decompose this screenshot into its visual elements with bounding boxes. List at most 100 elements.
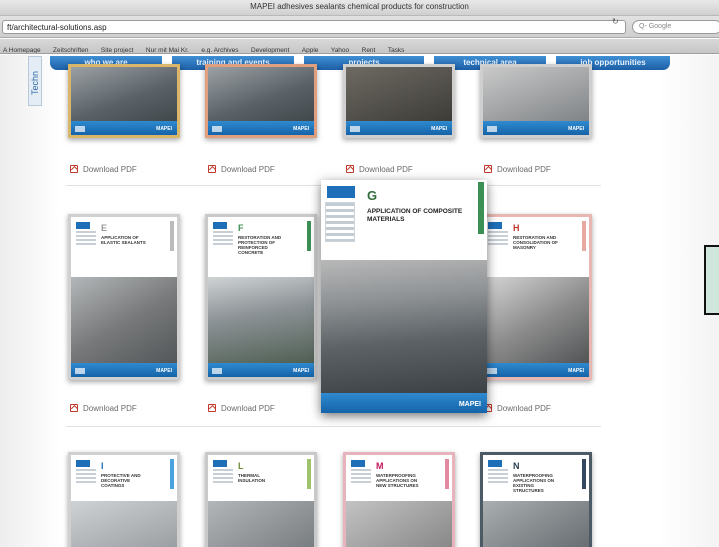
cover-band: MAPEI xyxy=(483,363,589,377)
download-pdf-link[interactable]: Download PDF xyxy=(484,165,551,174)
browser-window: MAPEI adhesives sealants chemical produc… xyxy=(0,0,719,547)
mapei-logo: MAPEI xyxy=(293,368,309,374)
guide-cover-i[interactable]: I PROTECTIVE AND DECORATIVE COATINGS xyxy=(68,452,180,547)
download-label: Download PDF xyxy=(221,404,275,413)
pdf-icon xyxy=(70,404,78,412)
cover-plans xyxy=(325,202,355,242)
guide-cover-f[interactable]: F RESTORATION AND PROTECTION OF REINFORC… xyxy=(205,214,317,380)
cover-strip xyxy=(478,182,484,234)
guide-cover[interactable]: MAPEI xyxy=(343,64,455,138)
cover-header: F RESTORATION AND PROTECTION OF REINFORC… xyxy=(208,217,314,277)
side-widget[interactable] xyxy=(704,245,719,315)
download-label: Download PDF xyxy=(83,165,137,174)
cover-plans xyxy=(488,469,508,483)
bookmark-item[interactable]: Nur mit Mai Kr. xyxy=(146,47,189,53)
cover-badge xyxy=(488,222,502,229)
download-pdf-link[interactable]: Download PDF xyxy=(208,165,275,174)
cover-photo xyxy=(346,67,452,127)
cover-photo xyxy=(483,501,589,547)
guide-cover-m[interactable]: M WATERPROOFING APPLICATIONS ON NEW STRU… xyxy=(343,452,455,547)
cover-photo xyxy=(483,67,589,127)
cover-badge xyxy=(213,460,227,467)
cover-badge xyxy=(327,186,355,198)
bookmark-item[interactable]: Site project xyxy=(101,47,134,53)
pdf-icon xyxy=(208,404,216,412)
download-label: Download PDF xyxy=(221,165,275,174)
cover-title: THERMAL INSULATION xyxy=(238,473,266,483)
bookmark-item[interactable]: e.g. Archives xyxy=(201,47,238,53)
reload-icon[interactable]: ↻ xyxy=(612,17,619,26)
pdf-icon xyxy=(346,165,354,173)
cover-strip xyxy=(307,459,311,489)
cover-letter: L xyxy=(238,461,244,471)
cover-photo xyxy=(71,67,177,127)
cover-title: WATERPROOFING APPLICATIONS ON NEW STRUCT… xyxy=(376,473,419,488)
cover-badge xyxy=(76,460,90,467)
cover-header: L THERMAL INSULATION xyxy=(208,455,314,501)
cover-band: MAPEI xyxy=(208,363,314,377)
cover-mini-mark xyxy=(212,126,222,132)
pdf-icon xyxy=(484,165,492,173)
guide-cover[interactable]: MAPEI xyxy=(68,64,180,138)
cover-plans xyxy=(76,231,96,245)
guide-cover-n[interactable]: N WATERPROOFING APPLICATIONS ON EXISTING… xyxy=(480,452,592,547)
download-pdf-link[interactable]: Download PDF xyxy=(346,165,413,174)
bookmark-item[interactable]: Tasks xyxy=(388,47,405,53)
window-title: MAPEI adhesives sealants chemical produc… xyxy=(250,2,469,11)
download-pdf-link[interactable]: Download PDF xyxy=(208,404,275,413)
bookmark-item[interactable]: A Homepage xyxy=(3,47,41,53)
cover-photo xyxy=(71,501,177,547)
download-pdf-link[interactable]: Download PDF xyxy=(70,165,137,174)
cover-header: N WATERPROOFING APPLICATIONS ON EXISTING… xyxy=(483,455,589,501)
cover-letter: F xyxy=(238,223,244,233)
download-pdf-link[interactable]: Download PDF xyxy=(484,404,551,413)
bookmark-item[interactable]: Rent xyxy=(362,47,376,53)
featured-cover-photo xyxy=(321,260,487,394)
guide-cover-l[interactable]: L THERMAL INSULATION xyxy=(205,452,317,547)
cover-strip xyxy=(582,221,586,251)
cover-photo xyxy=(208,501,314,547)
guide-cover-e[interactable]: E APPLICATION OF ELASTIC SEALANTS MAPEI xyxy=(68,214,180,380)
cover-title: APPLICATION OF ELASTIC SEALANTS xyxy=(101,235,146,245)
pdf-icon xyxy=(208,165,216,173)
cover-photo xyxy=(483,277,589,369)
cover-photo xyxy=(346,501,452,547)
cover-plans xyxy=(213,469,233,483)
cover-band: MAPEI xyxy=(208,121,314,135)
cover-header: E APPLICATION OF ELASTIC SEALANTS xyxy=(71,217,177,277)
cover-letter: H xyxy=(513,223,520,233)
cover-header: H RESTORATION AND CONSOLIDATION OF MASON… xyxy=(483,217,589,277)
address-toolbar: ft/architectural-solutions.asp ↻ Q- Goog… xyxy=(0,16,719,38)
address-field[interactable]: ft/architectural-solutions.asp xyxy=(2,20,626,34)
cover-header: I PROTECTIVE AND DECORATIVE COATINGS xyxy=(71,455,177,501)
download-label: Download PDF xyxy=(83,404,137,413)
guide-cover[interactable]: MAPEI xyxy=(480,64,592,138)
bookmark-item[interactable]: Development xyxy=(251,47,289,53)
download-label: Download PDF xyxy=(359,165,413,174)
bookmarks-bar: A Homepage Zeitschriften Site project Nu… xyxy=(0,39,719,54)
cover-strip xyxy=(445,459,449,489)
pdf-icon xyxy=(70,165,78,173)
download-pdf-link[interactable]: Download PDF xyxy=(70,404,137,413)
bookmark-item[interactable]: Zeitschriften xyxy=(53,47,88,53)
download-label: Download PDF xyxy=(497,165,551,174)
bookmark-item[interactable]: Yahoo xyxy=(331,47,349,53)
mapei-logo: MAPEI xyxy=(156,126,172,132)
mapei-logo: MAPEI xyxy=(568,368,584,374)
featured-guide-cover-g[interactable]: G APPLICATION OF COMPOSITE MATERIALS MAP… xyxy=(321,180,487,413)
bookmark-item[interactable]: Apple xyxy=(302,47,319,53)
guide-cover-h[interactable]: H RESTORATION AND CONSOLIDATION OF MASON… xyxy=(480,214,592,380)
guide-cover[interactable]: MAPEI xyxy=(205,64,317,138)
search-field[interactable]: Q- Google xyxy=(632,20,719,34)
download-label: Download PDF xyxy=(497,404,551,413)
cover-mini-mark xyxy=(212,368,222,374)
cover-title: RESTORATION AND PROTECTION OF REINFORCED… xyxy=(238,235,282,255)
cover-strip xyxy=(170,459,174,489)
cover-band: MAPEI xyxy=(71,121,177,135)
cover-mini-mark xyxy=(75,126,85,132)
cover-letter: I xyxy=(101,461,104,471)
cover-band: MAPEI xyxy=(71,363,177,377)
cover-letter: N xyxy=(513,461,520,471)
divider xyxy=(66,426,601,427)
cover-plans xyxy=(351,469,371,483)
